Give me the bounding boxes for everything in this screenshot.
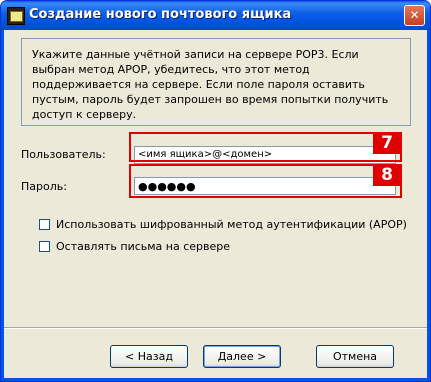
keep-mail-checkbox[interactable] [39, 240, 50, 252]
keep-mail-checkbox-row[interactable]: Оставлять письма на сервере [39, 239, 230, 253]
apop-checkbox-row[interactable]: Использовать шифрованный метод аутентифи… [39, 217, 407, 231]
user-label: Пользователь: [21, 148, 106, 161]
dialog-window: Создание нового почтового ящика ✕ Укажит… [0, 0, 431, 382]
callout-7-frame [129, 132, 402, 162]
back-button[interactable]: < Назад [110, 345, 188, 368]
window-border-bottom [1, 378, 430, 381]
password-label: Пароль: [21, 180, 67, 193]
button-separator [4, 327, 427, 329]
cancel-button[interactable]: Отмена [316, 345, 394, 368]
description-box: Укажите данные учётной записи на сервере… [21, 38, 411, 126]
apop-checkbox[interactable] [39, 218, 50, 230]
title-bar[interactable]: Создание нового почтового ящика ✕ [1, 1, 430, 30]
next-button[interactable]: Далее > [203, 345, 281, 368]
window-title: Создание нового почтового ящика [29, 7, 292, 22]
callout-8-badge: 8 [373, 164, 401, 186]
mail-app-icon [7, 7, 25, 25]
description-text: Укажите данные учётной записи на сервере… [32, 48, 389, 121]
keep-mail-checkbox-label: Оставлять письма на сервере [56, 239, 231, 253]
callout-8-frame [129, 164, 402, 198]
window-border-right [427, 30, 430, 381]
apop-checkbox-label: Использовать шифрованный метод аутентифи… [56, 217, 407, 231]
callout-7-badge: 7 [373, 132, 401, 154]
close-button[interactable]: ✕ [404, 5, 425, 26]
